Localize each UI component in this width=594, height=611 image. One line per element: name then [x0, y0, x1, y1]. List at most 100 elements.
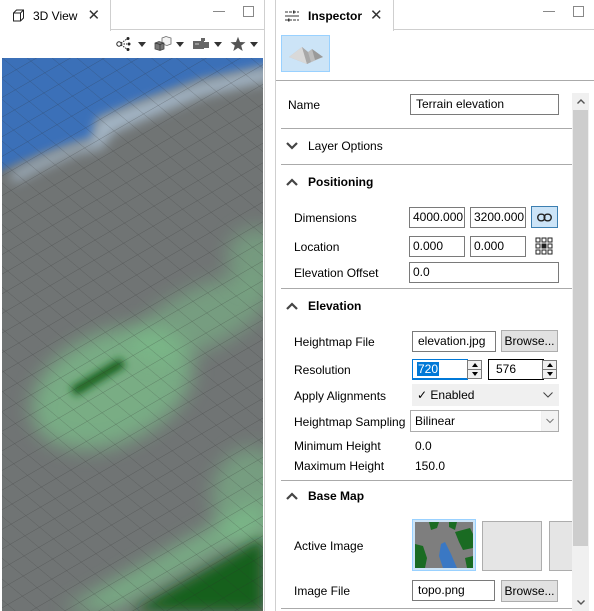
scroll-up-button[interactable] [572, 93, 589, 110]
location-y-input[interactable]: 0.000 [470, 236, 526, 257]
divider [281, 128, 572, 129]
favorites-dropdown-button[interactable] [228, 34, 260, 54]
minimize-icon[interactable] [543, 11, 555, 12]
minimum-height-value: 0.0 [415, 439, 432, 453]
inspector-tabbar: Inspector ✕ [276, 0, 594, 31]
elevation-offset-label: Elevation Offset [294, 266, 379, 280]
maximum-height-value: 150.0 [415, 459, 446, 473]
boxes-icon [154, 36, 172, 51]
section-title: Positioning [308, 175, 374, 189]
inspector-scrollbar[interactable] [572, 93, 589, 611]
spin-up-button[interactable] [543, 361, 556, 369]
sliders-icon [285, 10, 299, 21]
tab-3d-view-label: 3D View [33, 8, 78, 23]
3d-viewport[interactable] [2, 58, 263, 611]
close-icon[interactable]: ✕ [370, 8, 383, 23]
name-input[interactable]: Terrain elevation [410, 94, 559, 115]
arrow-down-icon [471, 372, 478, 376]
chevron-up-icon [286, 492, 298, 500]
camera-dropdown-button[interactable] [190, 34, 224, 54]
scroll-down-button[interactable] [572, 594, 589, 611]
resolution-y-input[interactable]: 576 [488, 359, 544, 380]
dimensions-height-input[interactable]: 3200.000 [470, 207, 526, 228]
resolution-x-input[interactable]: 720 [412, 359, 468, 380]
section-title: Elevation [308, 299, 362, 313]
chevron-up-icon [286, 178, 298, 186]
location-x-input[interactable]: 0.000 [409, 236, 465, 257]
maximize-icon[interactable] [573, 6, 584, 17]
section-base-map[interactable]: Base Map [286, 489, 364, 503]
tab-inspector-label: Inspector [308, 8, 363, 23]
anchor-grid-icon[interactable] [535, 237, 553, 255]
image-file-input[interactable]: topo.png [412, 580, 495, 601]
3d-view-panel: 3D View ✕ [0, 0, 265, 611]
close-icon[interactable]: ✕ [87, 8, 100, 23]
chevron-down-icon [546, 418, 554, 424]
scene-graph-dropdown-button[interactable] [114, 34, 148, 54]
arrow-up-icon [471, 363, 478, 367]
chain-link-icon [537, 213, 552, 221]
divider [281, 288, 572, 289]
terrain-render [2, 58, 263, 611]
divider [281, 608, 572, 609]
dimensions-label: Dimensions [294, 211, 357, 225]
layer-type-button[interactable] [281, 35, 330, 72]
name-label: Name [288, 98, 321, 112]
chevron-down-icon [250, 41, 258, 47]
image-browse-button[interactable]: Browse... [501, 580, 558, 602]
chevron-down-icon [286, 142, 298, 150]
chevron-down-icon [176, 41, 184, 47]
tab-3d-view[interactable]: 3D View ✕ [0, 0, 112, 31]
chevron-down-icon [214, 41, 222, 47]
divider [281, 164, 572, 165]
resolution-x-spinner[interactable] [467, 360, 482, 379]
minimize-icon[interactable] [213, 11, 225, 12]
scrollbar-thumb[interactable] [573, 110, 588, 546]
apply-alignments-label: Apply Alignments [294, 389, 387, 403]
location-label: Location [294, 240, 340, 254]
node-graph-icon [116, 37, 131, 51]
dimensions-width-input[interactable]: 4000.000 [409, 207, 465, 228]
base-map-thumbnail-empty[interactable] [482, 521, 542, 571]
3d-view-toolbar [114, 32, 260, 56]
terrain-mountain-icon [288, 46, 323, 64]
maximum-height-label: Maximum Height [294, 459, 385, 473]
apply-alignments-dropdown[interactable]: ✓ Enabled [412, 384, 559, 406]
cube-outline-icon [13, 9, 24, 22]
star-icon [230, 36, 246, 51]
spin-up-button[interactable] [468, 361, 481, 369]
maximize-icon[interactable] [243, 6, 254, 17]
topo-map-preview [415, 522, 473, 568]
section-layer-options[interactable]: Layer Options [286, 139, 383, 153]
base-map-thumbnail-empty[interactable] [549, 521, 572, 571]
chevron-up-icon [576, 99, 585, 104]
resolution-y-spinner[interactable] [542, 360, 557, 379]
chevron-down-icon [138, 41, 146, 47]
objects-dropdown-button[interactable] [152, 34, 186, 54]
heightmap-sampling-label: Heightmap Sampling [294, 415, 406, 429]
divider [281, 480, 572, 481]
section-elevation[interactable]: Elevation [286, 299, 361, 313]
image-file-label: Image File [294, 584, 351, 598]
inspector-content: Name Terrain elevation Layer Options Pos… [276, 81, 572, 611]
spin-down-button[interactable] [468, 369, 481, 378]
section-positioning[interactable]: Positioning [286, 175, 373, 189]
apply-alignments-value: ✓ Enabled [417, 388, 475, 402]
heightmap-file-input[interactable]: elevation.jpg [412, 331, 496, 352]
dropdown-button[interactable] [541, 411, 558, 431]
resolution-label: Resolution [294, 363, 351, 377]
inspector-panel: Inspector ✕ Name Terrain elevation Layer… [275, 0, 594, 611]
spin-down-button[interactable] [543, 369, 556, 378]
elevation-offset-input[interactable]: 0.0 [409, 262, 559, 283]
heightmap-browse-button[interactable]: Browse... [501, 330, 558, 352]
section-title: Base Map [308, 489, 365, 503]
arrow-up-icon [546, 363, 553, 367]
video-camera-icon [193, 38, 209, 49]
heightmap-sampling-dropdown[interactable]: Bilinear [410, 410, 559, 432]
base-map-thumbnail-topo[interactable] [412, 519, 476, 571]
link-dimensions-toggle[interactable] [531, 206, 558, 228]
heightmap-file-label: Heightmap File [294, 335, 375, 349]
tab-inspector[interactable]: Inspector ✕ [276, 0, 394, 31]
chevron-up-icon [286, 302, 298, 310]
3d-view-tabbar: 3D View ✕ [0, 0, 264, 31]
